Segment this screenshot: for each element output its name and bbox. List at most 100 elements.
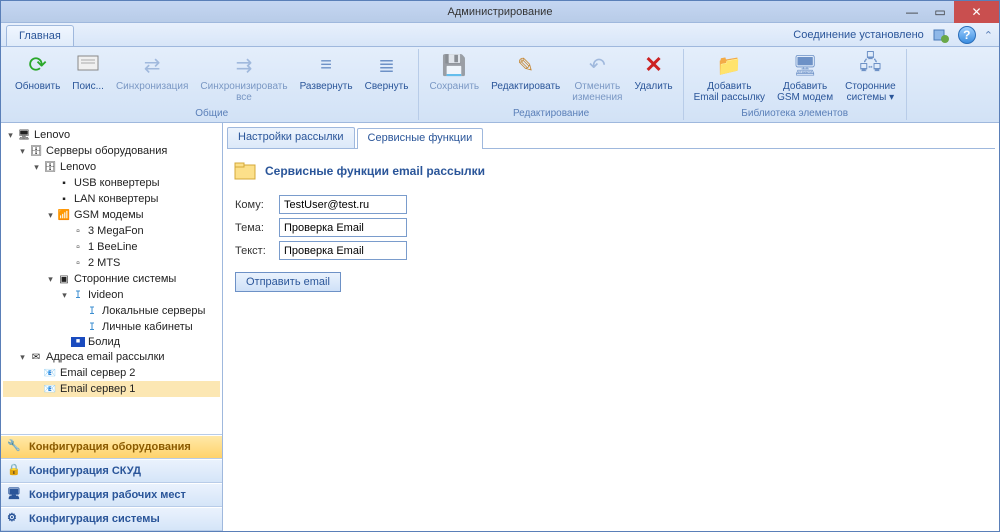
ribbon-group-common: ⟳Обновить Поис... ⇄Синхронизация ⇉Синхро… xyxy=(5,49,419,120)
server-icon: 🗄 xyxy=(29,144,43,158)
add-email-button[interactable]: 📁Добавить Email рассылку xyxy=(688,49,771,107)
tree-node-mega[interactable]: ▫3 MegaFon xyxy=(3,223,220,239)
help-icon[interactable]: ? xyxy=(958,26,976,44)
search-button[interactable]: Поис... xyxy=(66,49,110,107)
tree-node-usb[interactable]: ▪USB конвертеры xyxy=(3,175,220,191)
computer-icon: 🖥 xyxy=(17,128,31,142)
minimize-button[interactable]: — xyxy=(898,1,926,23)
sync-icon: ⇄ xyxy=(144,53,161,78)
nav-panels: 🔧Конфигурация оборудования 🔒Конфигурация… xyxy=(1,434,222,531)
sim-icon: ▫ xyxy=(71,256,85,270)
nav-system[interactable]: ⚙Конфигурация системы xyxy=(1,507,222,531)
tree-node-email2[interactable]: 📧Email сервер 2 xyxy=(3,365,220,381)
sync-all-icon: ⇉ xyxy=(236,53,253,78)
tree-node-ext[interactable]: ▾▣Сторонние системы xyxy=(3,271,220,287)
add-gsm-button[interactable]: 🖥Добавить GSM модем xyxy=(771,49,839,107)
mail-server-icon: 📧 xyxy=(43,366,57,380)
chevron-down-icon[interactable]: ▾ xyxy=(17,146,28,157)
maximize-button[interactable]: ▭ xyxy=(926,1,954,23)
refresh-button[interactable]: ⟳Обновить xyxy=(9,49,66,107)
ivideon-icon: ⵊ xyxy=(85,320,99,334)
delete-button[interactable]: ✕Удалить xyxy=(628,49,678,107)
edit-button[interactable]: ✎Редактировать xyxy=(485,49,566,107)
refresh-icon: ⟳ xyxy=(28,52,46,78)
tree[interactable]: ▾🖥Lenovo ▾🗄Серверы оборудования ▾🗄Lenovo… xyxy=(1,123,222,434)
mail-server-icon: 📧 xyxy=(43,382,57,396)
tree-node-email1[interactable]: 📧Email сервер 1 xyxy=(3,381,220,397)
edit-icon: ✎ xyxy=(517,53,534,78)
tree-node-cabinets[interactable]: ⵊЛичные кабинеты xyxy=(3,319,220,335)
ext-systems-button[interactable]: 🖧Сторонние системы ▾ xyxy=(839,49,902,107)
chevron-down-icon[interactable]: ▾ xyxy=(45,274,56,285)
chevron-down-icon[interactable]: ▾ xyxy=(17,352,28,363)
text-input[interactable] xyxy=(279,241,407,260)
save-icon: 💾 xyxy=(442,53,467,78)
text-label: Текст: xyxy=(235,245,279,257)
ivideon-icon: ⵊ xyxy=(71,288,85,302)
device-icon: ▪ xyxy=(57,176,71,190)
delete-icon: ✕ xyxy=(644,52,662,78)
server-icon: 🗄 xyxy=(43,160,57,174)
to-input[interactable] xyxy=(279,195,407,214)
tree-node-bolid[interactable]: ■Болид xyxy=(3,335,220,349)
modem-icon: 📶 xyxy=(57,208,71,222)
connection-status: Соединение установлено xyxy=(793,29,924,41)
search-icon xyxy=(75,52,101,78)
undo-button[interactable]: ↶Отменить изменения xyxy=(566,49,628,107)
tab-main[interactable]: Главная xyxy=(6,25,74,46)
tree-node-bee[interactable]: ▫1 BeeLine xyxy=(3,239,220,255)
titlebar: Администрирование — ▭ ✕ xyxy=(1,1,999,23)
tree-node-root[interactable]: ▾🖥Lenovo xyxy=(3,127,220,143)
modem-icon: 🖥 xyxy=(792,53,817,78)
ribbon-tab-strip: Главная Соединение установлено ? ⌃ xyxy=(1,23,999,47)
expand-button[interactable]: ≡Развернуть xyxy=(294,49,359,107)
ribbon-collapse-icon[interactable]: ⌃ xyxy=(984,29,993,42)
nav-skud[interactable]: 🔒Конфигурация СКУД xyxy=(1,459,222,483)
window-title: Администрирование xyxy=(448,6,553,18)
sync-button[interactable]: ⇄Синхронизация xyxy=(110,49,194,107)
chevron-down-icon[interactable]: ▾ xyxy=(45,210,56,221)
tab-settings[interactable]: Настройки рассылки xyxy=(227,127,355,148)
systems-icon: ▣ xyxy=(57,272,71,286)
sim-icon: ▫ xyxy=(71,224,85,238)
tree-node-lenovo[interactable]: ▾🗄Lenovo xyxy=(3,159,220,175)
mail-icon: ✉ xyxy=(29,350,43,364)
tree-node-ivideon[interactable]: ▾ⵊIvideon xyxy=(3,287,220,303)
save-button[interactable]: 💾Сохранить xyxy=(423,49,485,107)
group-label-edit: Редактирование xyxy=(423,107,678,120)
expand-icon: ≡ xyxy=(320,54,332,77)
bolid-icon: ■ xyxy=(71,337,85,347)
chevron-down-icon[interactable]: ▾ xyxy=(59,290,70,301)
nav-hardware[interactable]: 🔧Конфигурация оборудования xyxy=(1,435,222,459)
device-icon: ▪ xyxy=(57,192,71,206)
tree-node-hw-servers[interactable]: ▾🗄Серверы оборудования xyxy=(3,143,220,159)
connection-icon xyxy=(932,26,950,44)
section-title: Сервисные функции email рассылки xyxy=(265,164,485,178)
tree-node-email-addr[interactable]: ▾✉Адреса email рассылки xyxy=(3,349,220,365)
tree-node-lan[interactable]: ▪LAN конвертеры xyxy=(3,191,220,207)
section-header: Сервисные функции email рассылки xyxy=(227,149,995,191)
subject-label: Тема: xyxy=(235,222,279,234)
group-label-library: Библиотека элементов xyxy=(688,107,902,120)
folder-icon xyxy=(233,159,257,183)
send-email-button[interactable]: Отправить email xyxy=(235,272,341,292)
sidebar: ▾🖥Lenovo ▾🗄Серверы оборудования ▾🗄Lenovo… xyxy=(1,123,223,531)
ribbon: ⟳Обновить Поис... ⇄Синхронизация ⇉Синхро… xyxy=(1,47,999,123)
nav-workplaces[interactable]: 🖥Конфигурация рабочих мест xyxy=(1,483,222,507)
chevron-down-icon[interactable]: ▾ xyxy=(5,130,16,141)
tree-node-gsm[interactable]: ▾📶GSM модемы xyxy=(3,207,220,223)
desktop-icon: 🖥 xyxy=(7,487,23,503)
close-button[interactable]: ✕ xyxy=(954,1,999,23)
to-label: Кому: xyxy=(235,199,279,211)
tree-node-local-srv[interactable]: ⵊЛокальные серверы xyxy=(3,303,220,319)
ribbon-group-edit: 💾Сохранить ✎Редактировать ↶Отменить изме… xyxy=(419,49,683,120)
chevron-down-icon[interactable]: ▾ xyxy=(31,162,42,173)
collapse-icon: ≣ xyxy=(378,53,395,78)
collapse-button[interactable]: ≣Свернуть xyxy=(359,49,415,107)
subject-input[interactable] xyxy=(279,218,407,237)
sim-icon: ▫ xyxy=(71,240,85,254)
tree-node-mts[interactable]: ▫2 MTS xyxy=(3,255,220,271)
sync-all-button[interactable]: ⇉Синхронизировать все xyxy=(194,49,293,107)
hardware-icon: 🔧 xyxy=(7,439,23,455)
tab-service[interactable]: Сервисные функции xyxy=(357,128,484,149)
